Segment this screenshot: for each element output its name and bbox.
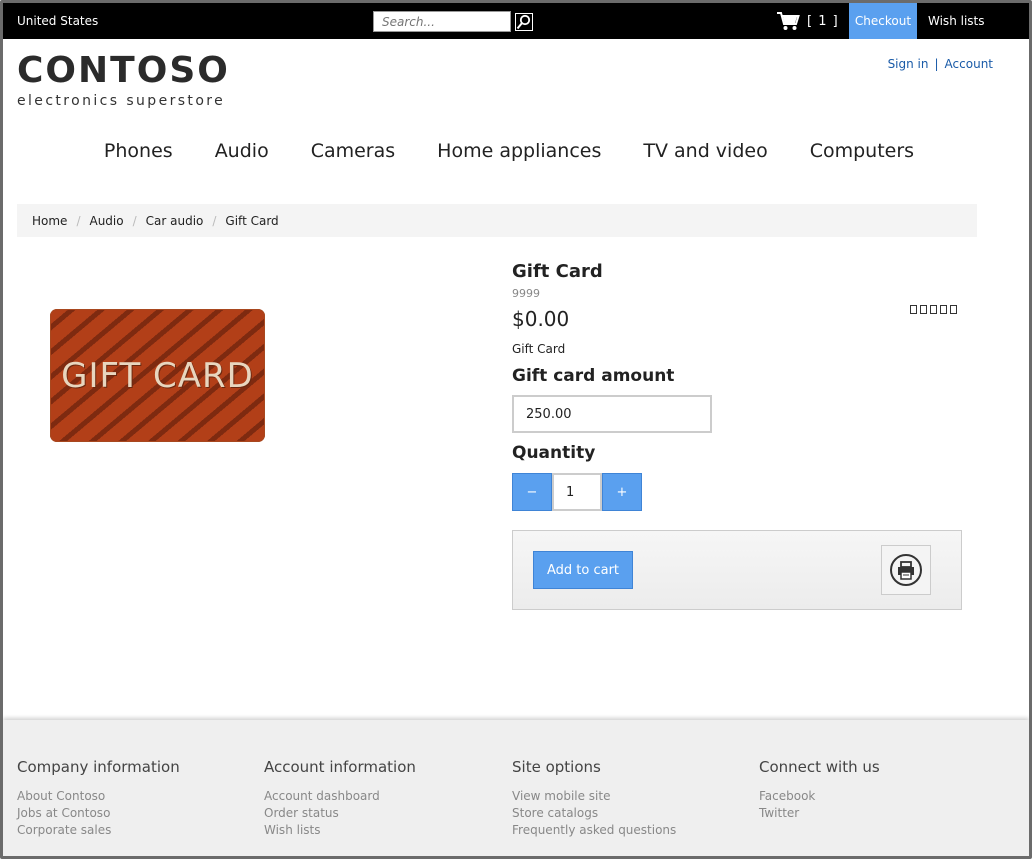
breadcrumb: Home / Audio / Car audio / Gift Card xyxy=(17,204,977,237)
breadcrumb-home[interactable]: Home xyxy=(32,214,67,228)
footer-link[interactable]: View mobile site xyxy=(512,788,676,805)
quantity-decrease-button[interactable]: − xyxy=(512,473,552,511)
footer: Company information About Contoso Jobs a… xyxy=(3,720,1029,856)
breadcrumb-audio[interactable]: Audio xyxy=(89,214,123,228)
footer-heading: Site options xyxy=(512,758,601,776)
star-icon xyxy=(950,305,957,314)
cart-count[interactable]: [ 1 ] xyxy=(807,14,839,29)
checkout-button[interactable]: Checkout xyxy=(849,3,917,39)
logo[interactable]: CONTOSO electronics superstore xyxy=(17,50,230,110)
star-icon xyxy=(920,305,927,314)
product-image-text: GIFT CARD xyxy=(61,355,254,396)
footer-link-facebook[interactable]: Facebook xyxy=(759,788,880,805)
nav-item-audio[interactable]: Audio xyxy=(215,140,269,162)
print-icon xyxy=(890,554,922,586)
footer-link[interactable]: Account dashboard xyxy=(264,788,416,805)
star-icon xyxy=(930,305,937,314)
nav-item-home-appliances[interactable]: Home appliances xyxy=(437,140,601,162)
product-price: $0.00 xyxy=(512,307,570,331)
gift-card-amount-label: Gift card amount xyxy=(512,366,675,386)
quantity-label: Quantity xyxy=(512,443,596,463)
footer-link[interactable]: About Contoso xyxy=(17,788,180,805)
quantity-increase-button[interactable]: + xyxy=(602,473,642,511)
nav-item-cameras[interactable]: Cameras xyxy=(311,140,395,162)
account-links: Sign in | Account xyxy=(888,57,993,71)
logo-tagline: electronics superstore xyxy=(17,93,226,109)
search-button[interactable] xyxy=(514,11,534,32)
country-selector[interactable]: United States xyxy=(17,14,98,28)
footer-col-site-options: Site options View mobile site Store cata… xyxy=(512,758,676,839)
footer-link[interactable]: Corporate sales xyxy=(17,822,180,839)
account-link[interactable]: Account xyxy=(945,57,993,71)
footer-col-connect: Connect with us Facebook Twitter xyxy=(759,758,880,822)
footer-col-account: Account information Account dashboard Or… xyxy=(264,758,416,839)
footer-link[interactable]: Frequently asked questions xyxy=(512,822,676,839)
product-id: 9999 xyxy=(512,287,540,300)
add-to-cart-button[interactable]: Add to cart xyxy=(533,551,633,589)
cart-icon[interactable] xyxy=(776,11,800,34)
breadcrumb-divider: / xyxy=(76,213,81,228)
nav-item-phones[interactable]: Phones xyxy=(104,140,173,162)
footer-link[interactable]: Wish lists xyxy=(264,822,416,839)
breadcrumb-divider: / xyxy=(212,213,217,228)
product-title: Gift Card xyxy=(512,261,603,282)
breadcrumb-divider: / xyxy=(132,213,137,228)
footer-heading: Account information xyxy=(264,758,416,776)
product-image[interactable]: GIFT CARD xyxy=(50,309,265,442)
star-icon xyxy=(940,305,947,314)
page-frame: United States [ 1 ] Checkout Wish lists … xyxy=(0,0,1032,859)
rating-stars xyxy=(910,305,957,314)
footer-link[interactable]: Order status xyxy=(264,805,416,822)
product-description: Gift Card xyxy=(512,342,566,356)
search-icon xyxy=(515,12,533,31)
star-icon xyxy=(910,305,917,314)
main-nav: Phones Audio Cameras Home appliances TV … xyxy=(3,140,1015,162)
print-button[interactable] xyxy=(881,545,931,595)
top-bar: United States [ 1 ] Checkout Wish lists xyxy=(3,3,1029,39)
footer-link[interactable]: Jobs at Contoso xyxy=(17,805,180,822)
footer-heading: Connect with us xyxy=(759,758,880,776)
breadcrumb-car-audio[interactable]: Car audio xyxy=(146,214,204,228)
nav-item-computers[interactable]: Computers xyxy=(810,140,914,162)
gift-card-amount-input[interactable] xyxy=(512,395,712,433)
account-separator: | xyxy=(934,57,939,71)
footer-link-twitter[interactable]: Twitter xyxy=(759,805,880,822)
nav-item-tv-and-video[interactable]: TV and video xyxy=(643,140,767,162)
wish-lists-link[interactable]: Wish lists xyxy=(928,14,984,28)
search-input[interactable] xyxy=(373,11,511,32)
quantity-input[interactable] xyxy=(552,473,602,511)
logo-wordmark: CONTOSO xyxy=(17,50,230,91)
add-to-cart-panel: Add to cart xyxy=(512,530,962,610)
sign-in-link[interactable]: Sign in xyxy=(888,57,929,71)
footer-link[interactable]: Store catalogs xyxy=(512,805,676,822)
footer-heading: Company information xyxy=(17,758,180,776)
footer-col-company: Company information About Contoso Jobs a… xyxy=(17,758,180,839)
breadcrumb-gift-card: Gift Card xyxy=(225,213,279,228)
